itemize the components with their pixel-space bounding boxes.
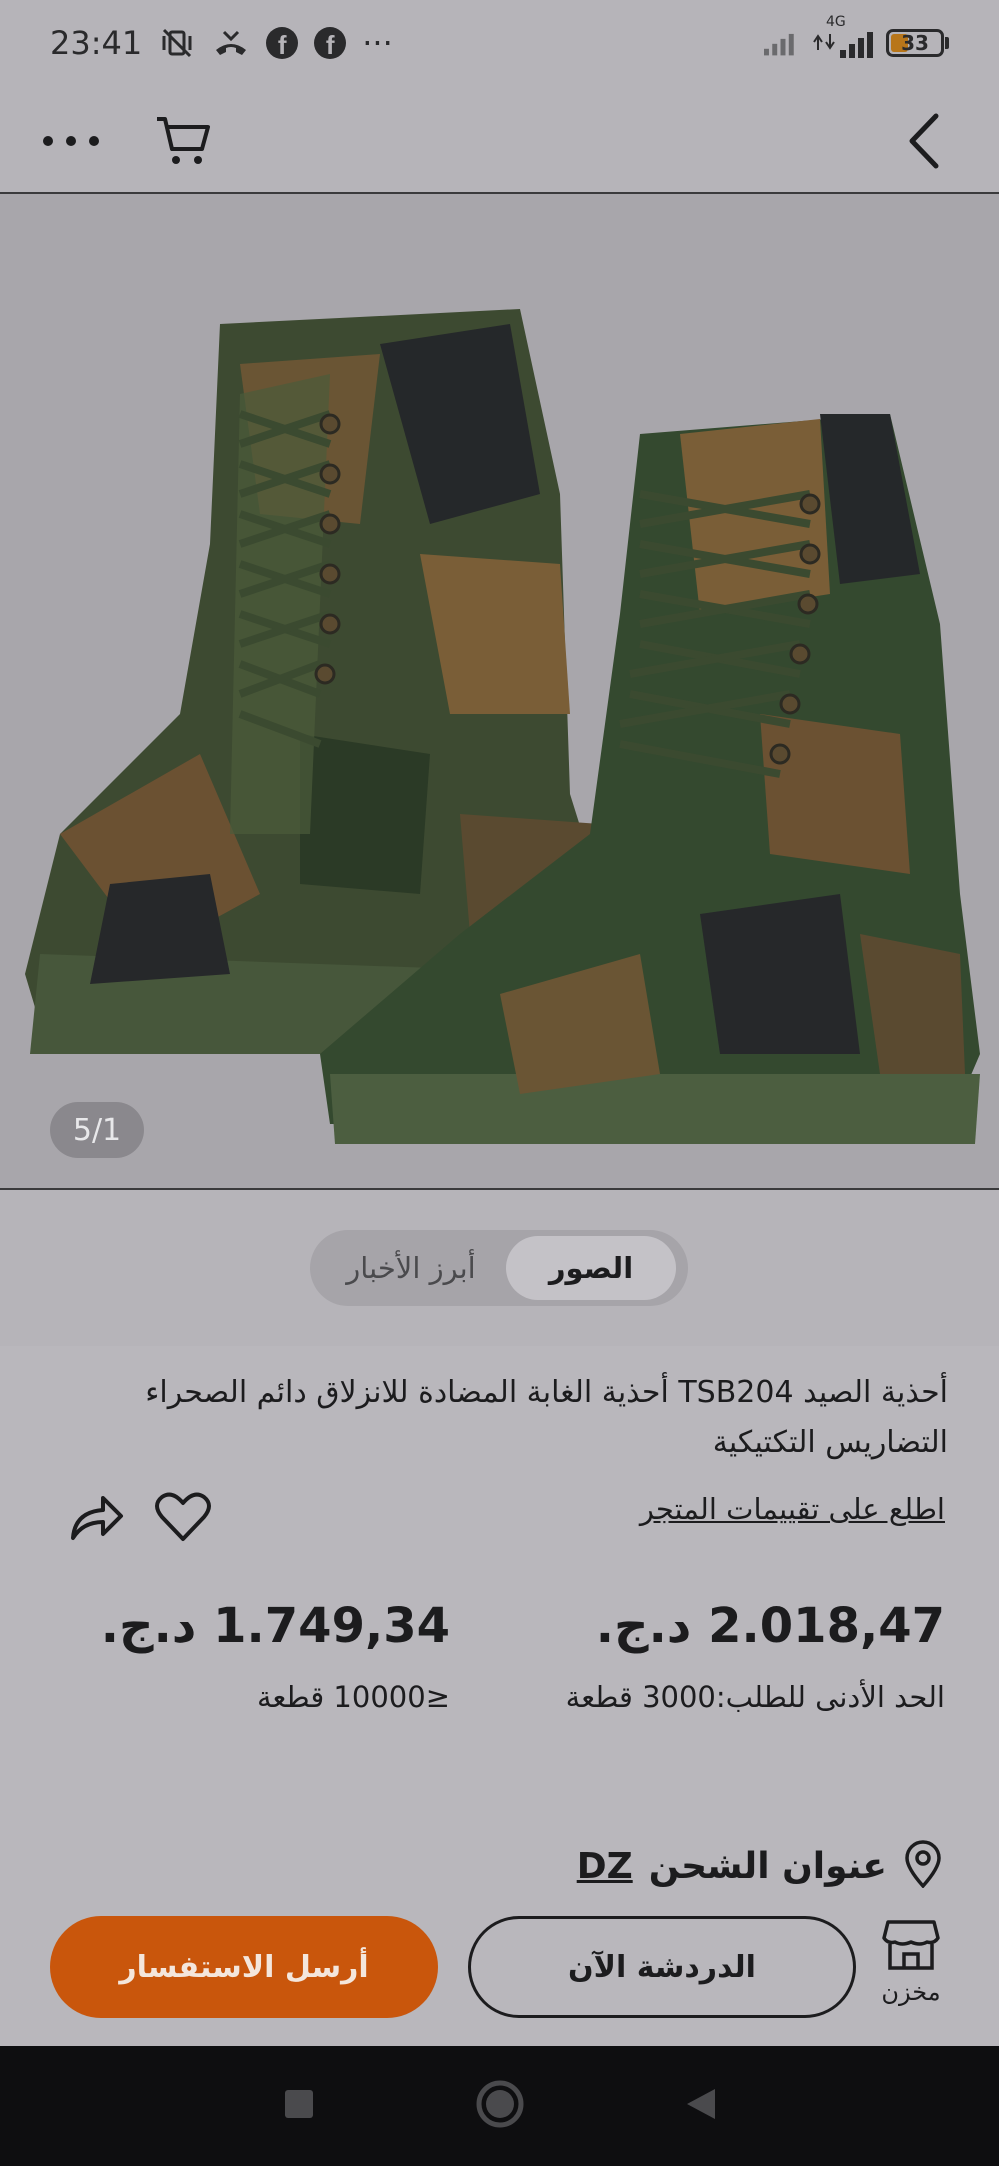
missed-call-icon <box>212 24 250 62</box>
more-notifications-icon: ··· <box>362 24 393 62</box>
send-inquiry-button[interactable]: أرسل الاستفسار <box>50 1916 438 2018</box>
shipping-country-code[interactable]: DZ <box>577 1846 633 1887</box>
top-nav <box>0 86 999 194</box>
tab-highlights[interactable]: أبرز الأخبار <box>316 1236 506 1300</box>
circle-icon <box>476 2080 523 2128</box>
back-button[interactable] <box>889 106 959 176</box>
product-title: أحذية الصيد TSB204 أحذية الغابة المضادة … <box>145 1375 948 1460</box>
min-order-quantity: الحد الأدنى للطلب:3000 قطعة <box>565 1680 945 1714</box>
status-right: 4G 33 <box>764 14 949 62</box>
share-icon <box>71 1496 123 1540</box>
chat-now-button[interactable]: الدردشة الآن <box>468 1916 856 2018</box>
shipping-address-label: عنوان الشحن <box>648 1845 887 1887</box>
system-nav-bar <box>0 2046 999 2166</box>
tier-2-quantity: ≤10000 قطعة <box>257 1680 450 1714</box>
heart-icon <box>155 1492 211 1541</box>
triangle-back-icon <box>686 2089 715 2119</box>
cart-icon <box>157 117 210 164</box>
more-horizontal-icon <box>43 136 99 146</box>
signal-4g-icon: 4G <box>812 14 876 58</box>
image-counter: 5/1 <box>50 1102 144 1158</box>
battery-level: 33 <box>901 31 929 55</box>
store-label: مخزن <box>881 1978 941 2006</box>
vibrate-off-icon <box>158 24 196 62</box>
product-image <box>0 194 999 1188</box>
price-tier-2: 1.749,34 د.ج. <box>100 1598 450 1654</box>
share-button[interactable] <box>62 1484 132 1554</box>
more-options-button[interactable] <box>36 106 106 176</box>
square-icon <box>284 2090 313 2118</box>
system-back-button[interactable] <box>685 2087 717 2125</box>
media-tabs: أبرز الأخبار الصور <box>310 1230 688 1306</box>
store-reviews-link[interactable]: اطلع على تقييمات المتجر <box>640 1492 945 1526</box>
product-image-gallery[interactable] <box>0 194 999 1190</box>
home-button[interactable] <box>475 2079 525 2133</box>
location-pin-icon <box>903 1840 943 1892</box>
facebook-icon: f <box>266 27 299 59</box>
price-tier-1: 2.018,47 د.ج. <box>595 1598 945 1654</box>
store-icon <box>882 1920 940 1970</box>
facebook-icon: f <box>314 27 347 59</box>
chevron-left-icon <box>909 113 939 169</box>
shipping-address-row[interactable]: عنوان الشحن DZ <box>577 1840 943 1892</box>
status-bar: 23:41 f f ··· 4G 33 <box>0 0 999 86</box>
cart-button[interactable] <box>148 106 218 176</box>
recents-button[interactable] <box>283 2088 315 2124</box>
store-button[interactable]: مخزن <box>871 1918 951 2028</box>
status-left: 23:41 f f ··· <box>50 24 393 62</box>
clock: 23:41 <box>50 24 143 62</box>
network-type: 4G <box>826 14 846 30</box>
favorite-button[interactable] <box>148 1482 218 1552</box>
battery-icon: 33 <box>886 29 949 57</box>
tab-photos[interactable]: الصور <box>506 1236 676 1300</box>
signal-icon <box>764 24 802 62</box>
